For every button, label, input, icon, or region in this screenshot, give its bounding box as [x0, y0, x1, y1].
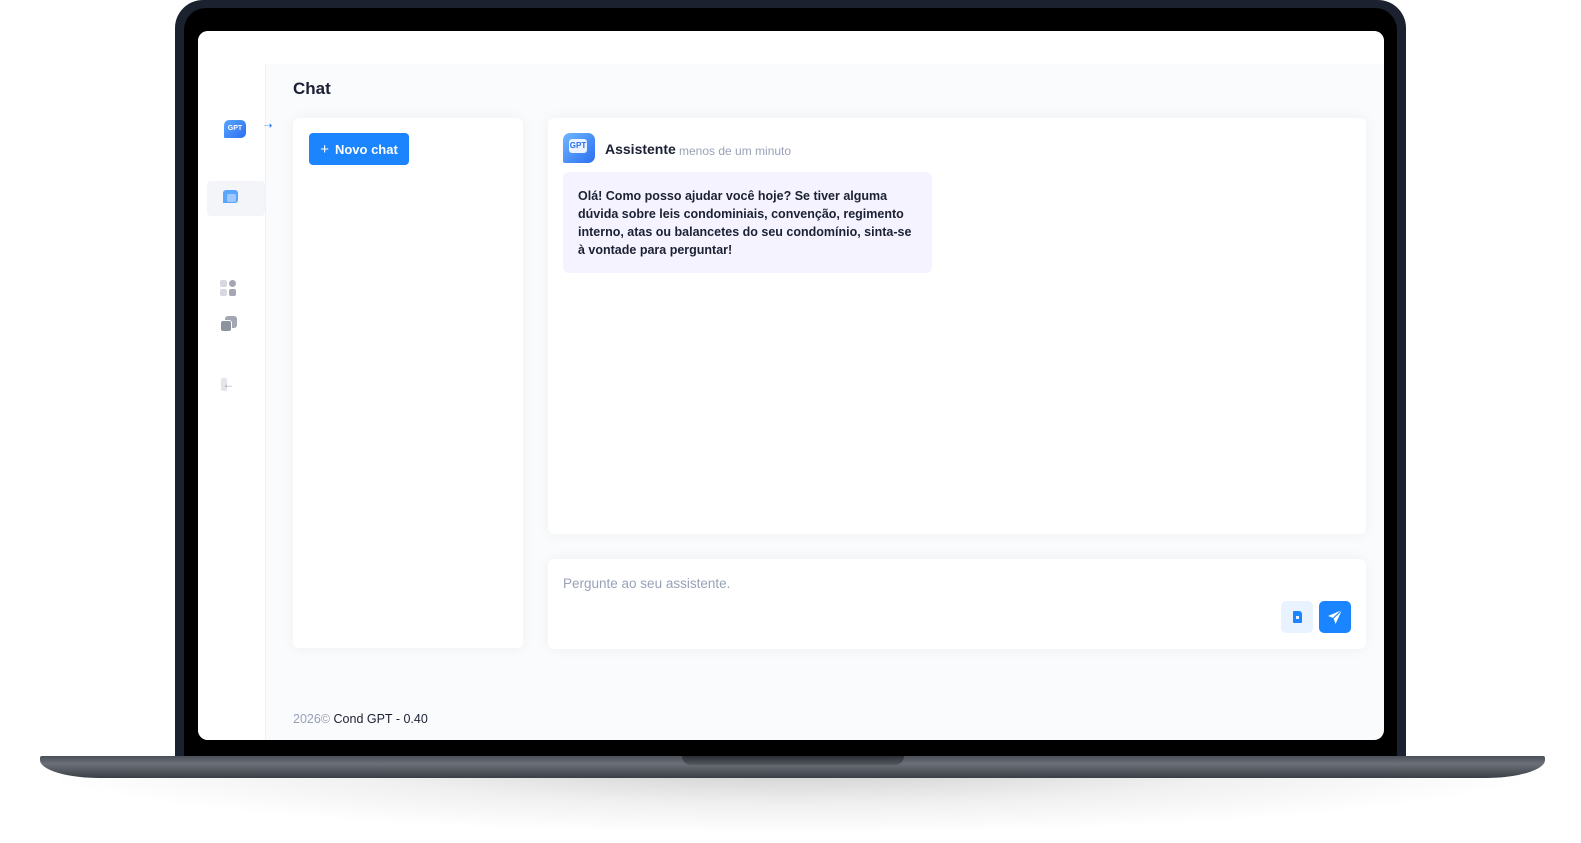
attach-document-button[interactable]	[1281, 601, 1313, 633]
documents-icon[interactable]	[220, 316, 237, 333]
message-sender: Assistente	[605, 141, 676, 157]
document-icon	[1293, 611, 1302, 623]
chat-list-panel: + Novo chat	[293, 118, 523, 648]
message-input[interactable]	[563, 573, 1263, 593]
footer: 2026© Cond GPT - 0.40	[293, 712, 428, 726]
composer-panel	[548, 559, 1366, 649]
assistant-avatar: GPT	[563, 133, 595, 163]
footer-app-version[interactable]: Cond GPT - 0.40	[334, 712, 428, 726]
sidebar: GPT ←	[198, 64, 266, 740]
new-chat-button[interactable]: + Novo chat	[309, 133, 409, 165]
app-logo-icon[interactable]: GPT	[224, 120, 246, 138]
assistant-avatar-text: GPT	[569, 139, 587, 153]
plus-icon: +	[320, 140, 329, 158]
chat-bubble-icon[interactable]	[223, 190, 238, 203]
logout-icon[interactable]: ←	[221, 377, 236, 392]
messages-panel: GPT Assistente menos de um minuto Olá! C…	[548, 118, 1366, 534]
laptop-notch	[682, 756, 904, 765]
dashboard-grid-icon[interactable]	[220, 280, 237, 297]
top-bar	[198, 31, 1384, 64]
app-screen: GPT ← ➝ Chat + Novo chat GPT Assistente …	[198, 31, 1384, 740]
send-icon	[1328, 609, 1343, 624]
footer-year: 2026©	[293, 712, 331, 726]
sidebar-toggle-icon[interactable]: ➝	[261, 119, 275, 133]
page-title: Chat	[293, 79, 331, 98]
message-timestamp: menos de um minuto	[679, 144, 792, 158]
new-chat-label: Novo chat	[334, 141, 398, 157]
assistant-message: Olá! Como posso ajudar você hoje? Se tiv…	[563, 172, 932, 273]
send-button[interactable]	[1319, 601, 1351, 633]
